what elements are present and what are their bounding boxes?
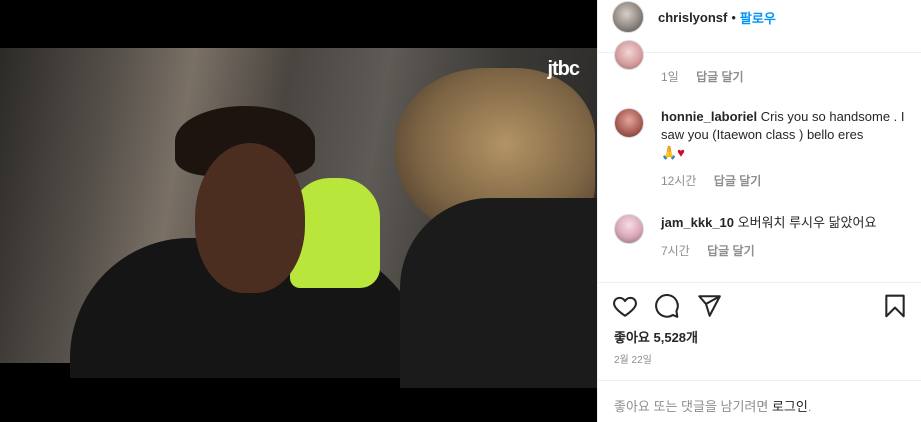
video-frame[interactable] — [0, 48, 597, 388]
comment-time: 7시간 — [661, 244, 690, 258]
reply-button[interactable]: 답글 달기 — [696, 70, 744, 84]
follow-button[interactable]: 팔로우 — [740, 8, 776, 27]
comment-meta: 1일 답글 달기 — [661, 68, 914, 85]
broadcaster-logo: jtbc — [547, 58, 580, 80]
foreground-shoulder — [400, 198, 597, 388]
comment-item: honnie_laboriel Cris you so handsome . I… — [614, 108, 914, 189]
bookmark-icon[interactable] — [882, 293, 908, 319]
heart-icon[interactable] — [612, 293, 638, 319]
subject-face — [195, 143, 305, 293]
comment-text: 오버워치 루시우 닮았어요 — [737, 215, 877, 230]
commenter-username[interactable]: jam_kkk_10 — [661, 215, 734, 230]
comment-time: 12시간 — [661, 174, 697, 188]
commenter-avatar[interactable] — [614, 108, 644, 138]
commenter-username[interactable]: honnie_laboriel — [661, 109, 757, 124]
post-side-panel: chrislyonsf • 팔로우 1일 답글 달기 honnie_labori… — [597, 0, 921, 422]
actions-divider — [598, 282, 921, 283]
comment-body: honnie_laboriel Cris you so handsome . I… — [661, 108, 914, 162]
commenter-avatar[interactable] — [614, 40, 644, 70]
author-avatar[interactable] — [612, 1, 644, 33]
commenter-avatar[interactable] — [614, 214, 644, 244]
login-prompt: 좋아요 또는 댓글을 남기려면 로그인. — [614, 396, 811, 415]
reply-button[interactable]: 답글 달기 — [707, 244, 755, 258]
login-link[interactable]: 로그인 — [772, 399, 808, 414]
likes-count[interactable]: 좋아요 5,528개 — [614, 327, 698, 346]
comment-meta: 7시간 답글 달기 — [661, 242, 914, 259]
comment-time: 1일 — [661, 70, 679, 84]
comment-meta: 12시간 답글 달기 — [661, 172, 914, 189]
comment-item: jam_kkk_10 오버워치 루시우 닮았어요 7시간 답글 달기 — [614, 214, 914, 259]
login-prompt-text: 좋아요 또는 댓글을 남기려면 — [614, 399, 772, 414]
reply-button[interactable]: 답글 달기 — [714, 174, 762, 188]
share-icon[interactable] — [696, 293, 722, 319]
comment-emoji: 🙏♥ — [661, 145, 685, 160]
login-prompt-suffix: . — [807, 399, 812, 414]
post-date: 2월 22일 — [614, 355, 652, 366]
post-media[interactable]: jtbc — [0, 0, 597, 422]
author-username[interactable]: chrislyonsf — [658, 10, 727, 25]
comment-item: 1일 답글 달기 — [614, 40, 914, 85]
login-divider — [598, 380, 921, 381]
header-separator: • — [731, 9, 736, 25]
post-header: chrislyonsf • 팔로우 — [598, 0, 921, 34]
post-actions — [612, 293, 908, 319]
comment-text — [661, 40, 914, 58]
comment-icon[interactable] — [654, 293, 680, 319]
comment-body: jam_kkk_10 오버워치 루시우 닮았어요 — [661, 214, 914, 232]
